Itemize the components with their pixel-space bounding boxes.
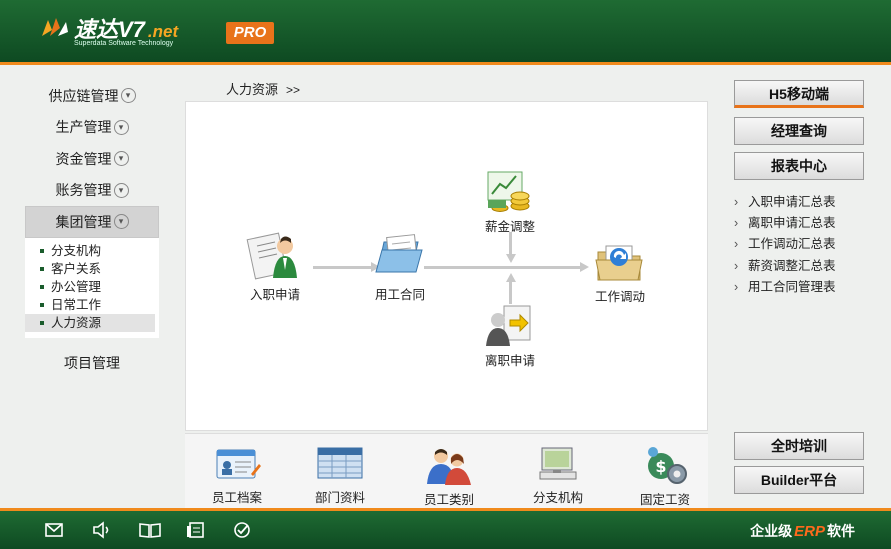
nav-item-project[interactable]: 项目管理 (25, 348, 159, 380)
chevron-down-icon: ▾ (113, 151, 129, 167)
report-link-transfer-summary[interactable]: 工作调动汇总表 (734, 234, 864, 255)
header-divider (0, 62, 891, 65)
nav-item-production[interactable]: 生产管理 ▾ (25, 112, 159, 144)
app-header: 速达V7 .net Superdata Software Technology P… (0, 0, 891, 65)
speaker-icon[interactable] (92, 521, 112, 539)
submenu-item-crm[interactable]: 客户关系 (25, 260, 159, 278)
app-footer: 企业级 ERP 软件 (0, 508, 891, 549)
svg-text:$: $ (655, 457, 666, 476)
flow-node-transfer[interactable]: 工作调动 (584, 240, 656, 305)
flow-node-salary[interactable]: 薪金调整 (474, 166, 546, 235)
edition-badge: PRO (226, 22, 274, 44)
training-button[interactable]: 全时培训 (734, 432, 864, 460)
people-icon (427, 449, 471, 485)
footer-divider (0, 508, 891, 511)
logo-mark-icon (42, 18, 68, 36)
manager-query-button[interactable]: 经理查询 (734, 117, 864, 145)
builder-platform-button[interactable]: Builder平台 (734, 466, 864, 494)
chevron-down-icon: ▾ (113, 119, 129, 135)
nav-item-group[interactable]: 集团管理 ▾ (25, 206, 159, 238)
flow-node-resign[interactable]: 离职申请 (474, 302, 546, 369)
flow-line-salary (509, 232, 512, 254)
footer-slogan: 企业级 ERP 软件 (750, 523, 855, 540)
flow-line-contract-transfer (424, 266, 580, 269)
h5-mobile-button[interactable]: H5移动端 (734, 80, 864, 108)
hr-toolbar: 员工档案 部门资料 员工类别 分支机构 $ 固定工资 (185, 433, 708, 508)
nav-item-supply-chain[interactable]: 供应链管理 ▾ (25, 80, 159, 112)
submenu-item-branches[interactable]: 分支机构 (25, 242, 159, 260)
submenu-item-daily[interactable]: 日常工作 (25, 296, 159, 314)
chevron-down-icon: ▾ (120, 88, 136, 104)
transfer-folder-icon (595, 245, 643, 281)
hire-form-icon (246, 232, 297, 280)
flow-line-resign (509, 282, 512, 304)
mail-icon[interactable] (44, 521, 64, 539)
submenu-item-office[interactable]: 办公管理 (25, 278, 159, 296)
submenu-item-hr[interactable]: 人力资源 (25, 313, 155, 332)
tool-department-info[interactable]: 部门资料 (300, 444, 380, 506)
report-link-hire-summary[interactable]: 入职申请汇总表 (734, 192, 864, 213)
brand-logo: 速达V7 .net Superdata Software Technology (40, 12, 220, 50)
nav-item-funds[interactable]: 资金管理 ▾ (25, 143, 159, 175)
tool-branches[interactable]: 分支机构 (518, 444, 598, 506)
flow-node-contract[interactable]: 用工合同 (364, 230, 436, 303)
chevron-down-icon: ▾ (113, 182, 129, 198)
report-link-resign-summary[interactable]: 离职申请汇总表 (734, 213, 864, 234)
flow-arrow (506, 254, 516, 263)
left-nav: 供应链管理 ▾ 生产管理 ▾ 资金管理 ▾ 账务管理 ▾ 集团管理 ▾ 分支机构 客户关系… (25, 80, 159, 379)
check-icon[interactable] (232, 521, 252, 539)
tool-employee-category[interactable]: 员工类别 (409, 444, 489, 508)
book-icon[interactable] (138, 521, 162, 539)
grid-icon (317, 447, 363, 479)
salary-chart-icon (487, 171, 530, 212)
report-link-salary-summary[interactable]: 薪资调整汇总表 (734, 256, 864, 277)
flow-arrow (506, 273, 516, 282)
document-icon[interactable] (186, 521, 206, 539)
resign-person-icon (486, 305, 531, 346)
contract-folder-icon (375, 234, 423, 273)
flow-node-hire[interactable]: 入职申请 (239, 230, 311, 303)
report-links: 入职申请汇总表 离职申请汇总表 工作调动汇总表 薪资调整汇总表 用工合同管理表 (734, 192, 864, 298)
brand-tagline: Superdata Software Technology (74, 40, 174, 47)
money-gear-icon: $ (648, 447, 687, 484)
nav-item-accounting[interactable]: 账务管理 ▾ (25, 175, 159, 207)
report-link-contract-management[interactable]: 用工合同管理表 (734, 277, 864, 298)
report-center-button[interactable]: 报表中心 (734, 152, 864, 180)
group-submenu: 分支机构 客户关系 办公管理 日常工作 人力资源 (25, 237, 159, 338)
hr-flow-canvas: 入职申请 用工合同 薪金调整 离职申请 工作调动 (185, 101, 708, 431)
tool-fixed-salary[interactable]: $ 固定工资 (625, 444, 705, 508)
id-card-icon (216, 449, 261, 479)
chevron-down-icon: ▾ (113, 214, 129, 230)
breadcrumb: 人力资源 >> (226, 82, 301, 97)
monitor-icon (539, 447, 577, 480)
tool-employee-records[interactable]: 员工档案 (197, 444, 277, 506)
